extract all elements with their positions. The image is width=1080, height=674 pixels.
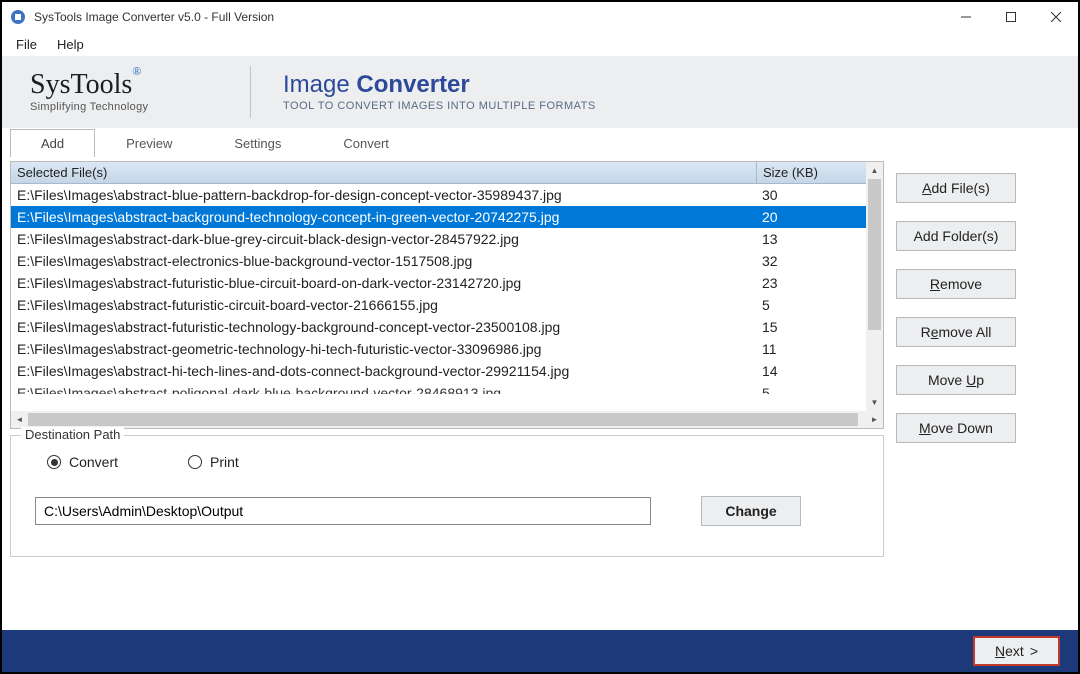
file-size-cell: 32 xyxy=(756,252,866,270)
table-row[interactable]: E:\Files\Images\abstract-geometric-techn… xyxy=(11,338,866,360)
close-button[interactable] xyxy=(1033,2,1078,32)
remove-button[interactable]: Remove xyxy=(896,269,1016,299)
next-button[interactable]: Next > xyxy=(973,636,1060,666)
destination-groupbox: Destination Path Convert Print Change xyxy=(10,435,884,557)
file-size-cell: 20 xyxy=(756,208,866,226)
file-size-cell: 5 xyxy=(756,296,866,314)
tab-convert[interactable]: Convert xyxy=(312,129,420,157)
banner-divider xyxy=(250,66,251,118)
minimize-button[interactable] xyxy=(943,2,988,32)
menubar: File Help xyxy=(2,32,1078,56)
hscroll-thumb[interactable] xyxy=(28,413,858,426)
file-path-cell: E:\Files\Images\abstract-hi-tech-lines-a… xyxy=(11,362,756,380)
add-folders-button[interactable]: Add Folder(s) xyxy=(896,221,1016,251)
app-window: SysTools Image Converter v5.0 - Full Ver… xyxy=(0,0,1080,674)
file-size-cell: 14 xyxy=(756,362,866,380)
radio-icon xyxy=(47,455,61,469)
logo-tagline: Simplifying Technology xyxy=(30,101,230,113)
product-block: Image Converter TOOL TO CONVERT IMAGES I… xyxy=(283,72,596,112)
file-path-cell: E:\Files\Images\abstract-electronics-blu… xyxy=(11,252,756,270)
logo-block: SysTools® Simplifying Technology xyxy=(30,71,230,113)
table-row[interactable]: E:\Files\Images\abstract-futuristic-blue… xyxy=(11,272,866,294)
file-path-cell: E:\Files\Images\abstract-geometric-techn… xyxy=(11,340,756,358)
move-down-button[interactable]: Move Down xyxy=(896,413,1016,443)
file-path-cell: E:\Files\Images\abstract-futuristic-circ… xyxy=(11,296,756,314)
file-path-cell: E:\Files\Images\abstract-futuristic-blue… xyxy=(11,274,756,292)
file-path-cell: E:\Files\Images\abstract-futuristic-tech… xyxy=(11,318,756,336)
radio-print-label: Print xyxy=(210,454,239,470)
table-row[interactable]: E:\Files\Images\abstract-poligonal-dark-… xyxy=(11,382,866,394)
titlebar: SysTools Image Converter v5.0 - Full Ver… xyxy=(2,2,1078,32)
file-size-cell: 30 xyxy=(756,186,866,204)
product-title-bold: Converter xyxy=(356,71,469,98)
radio-row: Convert Print xyxy=(47,454,859,470)
vscroll-track[interactable] xyxy=(866,179,883,394)
file-size-cell: 5 xyxy=(756,384,866,394)
left-column: Selected File(s) Size (KB) E:\Files\Imag… xyxy=(10,161,884,622)
change-button[interactable]: Change xyxy=(701,496,801,526)
registered-icon: ® xyxy=(132,64,141,78)
logo-name: SysTools® xyxy=(30,71,230,99)
vertical-scrollbar[interactable]: ▲ ▼ xyxy=(866,162,883,411)
scroll-right-icon[interactable]: ► xyxy=(866,411,883,428)
right-column: Add File(s) Add Folder(s) Remove Remove … xyxy=(896,161,1070,622)
file-path-cell: E:\Files\Images\abstract-blue-pattern-ba… xyxy=(11,186,756,204)
file-size-cell: 13 xyxy=(756,230,866,248)
table-header: Selected File(s) Size (KB) xyxy=(11,162,866,184)
scroll-up-icon[interactable]: ▲ xyxy=(866,162,883,179)
move-up-button[interactable]: Move Up xyxy=(896,365,1016,395)
product-title-light: Image xyxy=(283,71,356,98)
maximize-button[interactable] xyxy=(988,2,1033,32)
table-row[interactable]: E:\Files\Images\abstract-blue-pattern-ba… xyxy=(11,184,866,206)
window-title: SysTools Image Converter v5.0 - Full Ver… xyxy=(34,10,943,24)
table-row[interactable]: E:\Files\Images\abstract-futuristic-circ… xyxy=(11,294,866,316)
file-path-cell: E:\Files\Images\abstract-background-tech… xyxy=(11,208,756,226)
table-row[interactable]: E:\Files\Images\abstract-electronics-blu… xyxy=(11,250,866,272)
table-row[interactable]: E:\Files\Images\abstract-dark-blue-grey-… xyxy=(11,228,866,250)
radio-print[interactable]: Print xyxy=(188,454,239,470)
product-title: Image Converter xyxy=(283,72,596,98)
tab-settings[interactable]: Settings xyxy=(203,129,312,157)
app-icon xyxy=(10,9,26,25)
table-row[interactable]: E:\Files\Images\abstract-background-tech… xyxy=(11,206,866,228)
product-subtitle: TOOL TO CONVERT IMAGES INTO MULTIPLE FOR… xyxy=(283,100,596,112)
menu-file[interactable]: File xyxy=(6,35,47,54)
tab-bar: Add Preview Settings Convert xyxy=(2,128,1078,157)
table-rows: E:\Files\Images\abstract-blue-pattern-ba… xyxy=(11,184,866,411)
menu-help[interactable]: Help xyxy=(47,35,94,54)
horizontal-scrollbar[interactable]: ◄ ► xyxy=(11,411,883,428)
bottom-bar: Next > xyxy=(2,630,1078,672)
file-size-cell: 11 xyxy=(756,340,866,358)
table-row[interactable]: E:\Files\Images\abstract-hi-tech-lines-a… xyxy=(11,360,866,382)
scroll-down-icon[interactable]: ▼ xyxy=(866,394,883,411)
window-controls xyxy=(943,2,1078,32)
main-area: Selected File(s) Size (KB) E:\Files\Imag… xyxy=(2,157,1078,630)
file-size-cell: 15 xyxy=(756,318,866,336)
path-row: Change xyxy=(35,496,859,526)
file-size-cell: 23 xyxy=(756,274,866,292)
chevron-right-icon: > xyxy=(1030,643,1038,659)
banner: SysTools® Simplifying Technology Image C… xyxy=(2,56,1078,128)
radio-convert[interactable]: Convert xyxy=(47,454,118,470)
scroll-left-icon[interactable]: ◄ xyxy=(11,411,28,428)
file-path-cell: E:\Files\Images\abstract-dark-blue-grey-… xyxy=(11,230,756,248)
radio-icon xyxy=(188,455,202,469)
tab-add[interactable]: Add xyxy=(10,129,95,157)
file-table: Selected File(s) Size (KB) E:\Files\Imag… xyxy=(10,161,884,429)
vscroll-thumb[interactable] xyxy=(868,179,881,330)
hscroll-track[interactable] xyxy=(28,411,866,428)
header-size[interactable]: Size (KB) xyxy=(756,162,866,183)
header-selected-files[interactable]: Selected File(s) xyxy=(11,162,756,183)
tab-preview[interactable]: Preview xyxy=(95,129,203,157)
add-files-button[interactable]: Add File(s) xyxy=(896,173,1016,203)
remove-all-button[interactable]: Remove All xyxy=(896,317,1016,347)
file-path-cell: E:\Files\Images\abstract-poligonal-dark-… xyxy=(11,384,756,394)
destination-legend: Destination Path xyxy=(21,427,124,442)
radio-convert-label: Convert xyxy=(69,454,118,470)
logo-text: SysTools xyxy=(30,69,132,100)
table-row[interactable]: E:\Files\Images\abstract-futuristic-tech… xyxy=(11,316,866,338)
destination-path-input[interactable] xyxy=(35,497,651,525)
